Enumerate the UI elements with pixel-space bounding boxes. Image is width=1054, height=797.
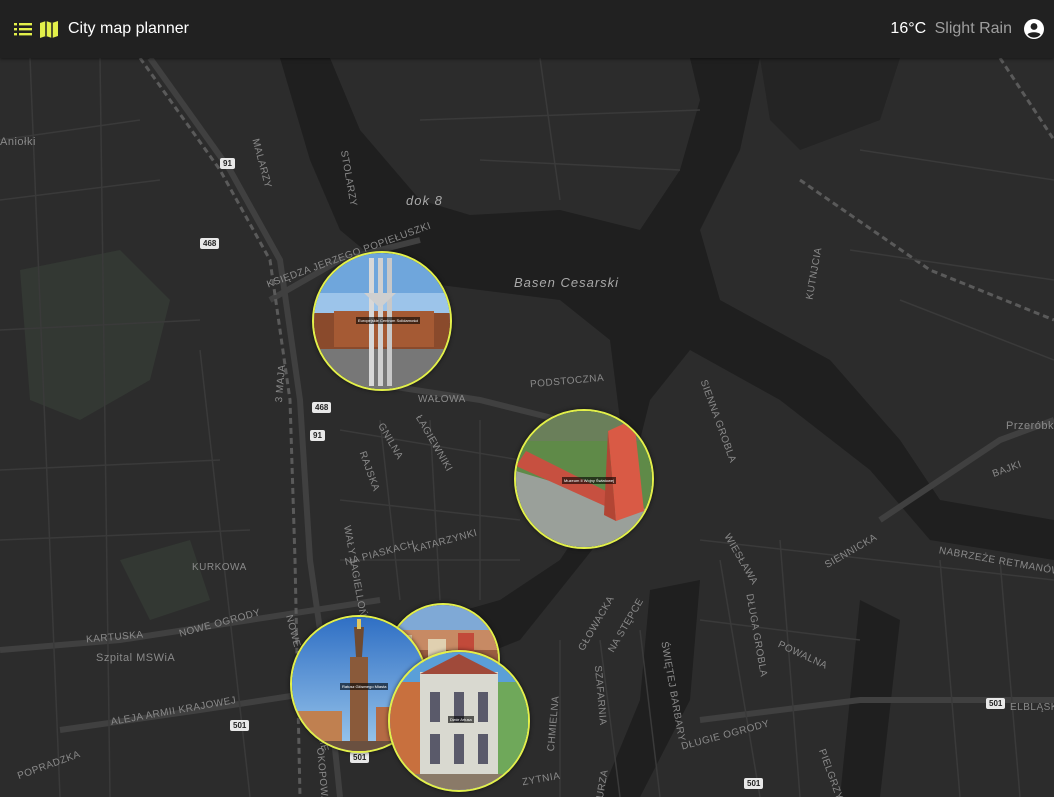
- street-label: WAŁOWA: [418, 394, 466, 405]
- poi-marker-ww2-museum[interactable]: Muzeum II Wojny Światowej: [514, 409, 654, 549]
- account-circle-icon[interactable]: [1022, 17, 1046, 41]
- road-shield: 501: [744, 778, 764, 789]
- place-label: Przeróbka: [1006, 420, 1054, 432]
- water-label: Basen Cesarski: [514, 275, 620, 290]
- road-shield: 91: [220, 158, 235, 169]
- place-label: Aniołki: [0, 136, 36, 148]
- weather-widget: 16°C Slight Rain: [890, 19, 1012, 39]
- road-shield: 468: [312, 402, 332, 413]
- water-label: dok 8: [406, 193, 443, 208]
- place-label: Szpital MSWiA: [96, 652, 176, 664]
- street-label: ELBLĄSKA: [1010, 702, 1054, 713]
- road-shield: 501: [230, 720, 250, 731]
- road-shield: 501: [350, 752, 370, 763]
- street-label: KURKOWA: [192, 562, 247, 573]
- map-canvas[interactable]: dok 8 Basen Cesarski MALARZY STOLARZY KS…: [0, 58, 1054, 797]
- map-base-layer: [0, 58, 1054, 797]
- poi-marker-artus-court[interactable]: Dwór Artusa: [388, 650, 530, 792]
- app-header: City map planner 16°C Slight Rain: [0, 0, 1054, 58]
- road-shield: 468: [200, 238, 220, 249]
- road-shield: 91: [310, 430, 325, 441]
- poi-label: Europejskie Centrum Solidarności: [356, 317, 421, 324]
- road-shield: 501: [986, 698, 1006, 709]
- poi-label: Ratusz Głównego Miasta: [340, 683, 389, 690]
- weather-temperature: 16°C: [890, 20, 927, 37]
- app-title: City map planner: [68, 20, 189, 37]
- map-icon: [38, 18, 60, 40]
- weather-condition: Slight Rain: [934, 20, 1012, 37]
- list-icon[interactable]: [12, 18, 34, 40]
- poi-label: Dwór Artusa: [448, 716, 474, 723]
- poi-marker-solidarity-centre[interactable]: Europejskie Centrum Solidarności: [312, 251, 452, 391]
- poi-label: Muzeum II Wojny Światowej: [562, 477, 616, 484]
